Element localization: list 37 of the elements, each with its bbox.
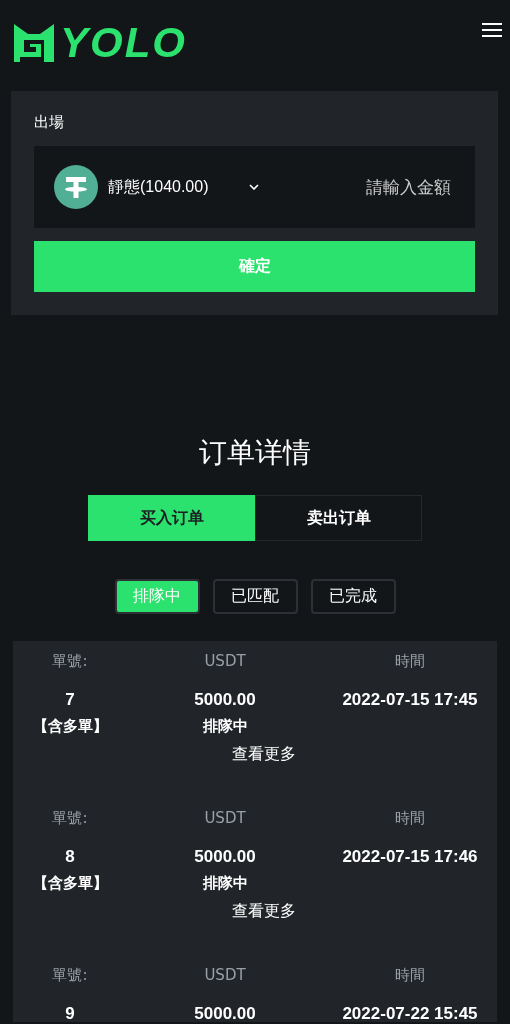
status-filter[interactable]: 已匹配 xyxy=(212,579,298,614)
logo-icon xyxy=(14,24,54,62)
order-number: 7 xyxy=(64,689,76,711)
column-label: USDT xyxy=(203,965,247,986)
column-label: 時間 xyxy=(394,808,426,829)
tether-coin-icon xyxy=(54,165,98,209)
asset-select[interactable]: 靜態(1040.00) xyxy=(54,165,259,209)
order-time: 2022-07-22 15:45 xyxy=(341,1003,479,1022)
column-label: USDT xyxy=(203,651,247,672)
order-time: 2022-07-15 17:46 xyxy=(341,846,479,868)
order-amount: 5000.00 xyxy=(193,689,257,711)
order-time: 2022-07-15 17:45 xyxy=(341,689,479,711)
status-filter[interactable]: 已完成 xyxy=(310,579,396,614)
column-label: 時間 xyxy=(394,965,426,986)
column-label: 時間 xyxy=(394,651,426,672)
order-tab[interactable]: 卖出订单 xyxy=(255,495,422,541)
logo-text: YOLO xyxy=(60,24,187,62)
column-label: USDT xyxy=(203,808,247,829)
column-label: 單號: xyxy=(51,651,89,672)
menu-icon[interactable] xyxy=(482,22,502,38)
column-label: 單號: xyxy=(51,965,89,986)
order-number: 9 xyxy=(64,1003,76,1022)
order-status: 排隊中 xyxy=(201,716,249,737)
order-tab[interactable]: 买入订单 xyxy=(88,495,255,541)
order-amount: 5000.00 xyxy=(193,846,257,868)
column-label: 單號: xyxy=(51,808,89,829)
order-tag: 【含多單】 xyxy=(13,712,127,740)
view-more-link[interactable]: 查看更多 xyxy=(232,744,296,763)
order-amount: 5000.00 xyxy=(193,1003,257,1022)
view-more-link[interactable]: 查看更多 xyxy=(232,901,296,920)
caret-icon xyxy=(248,184,259,190)
order-number: 8 xyxy=(64,846,76,868)
amount-field[interactable]: 靜態(1040.00) 請輸入金額 xyxy=(34,146,475,228)
order-tag: 【含多單】 xyxy=(13,869,127,897)
order-status: 排隊中 xyxy=(201,873,249,894)
withdraw-label: 出場 xyxy=(34,112,65,133)
section-title: 订单详情 xyxy=(198,435,312,471)
